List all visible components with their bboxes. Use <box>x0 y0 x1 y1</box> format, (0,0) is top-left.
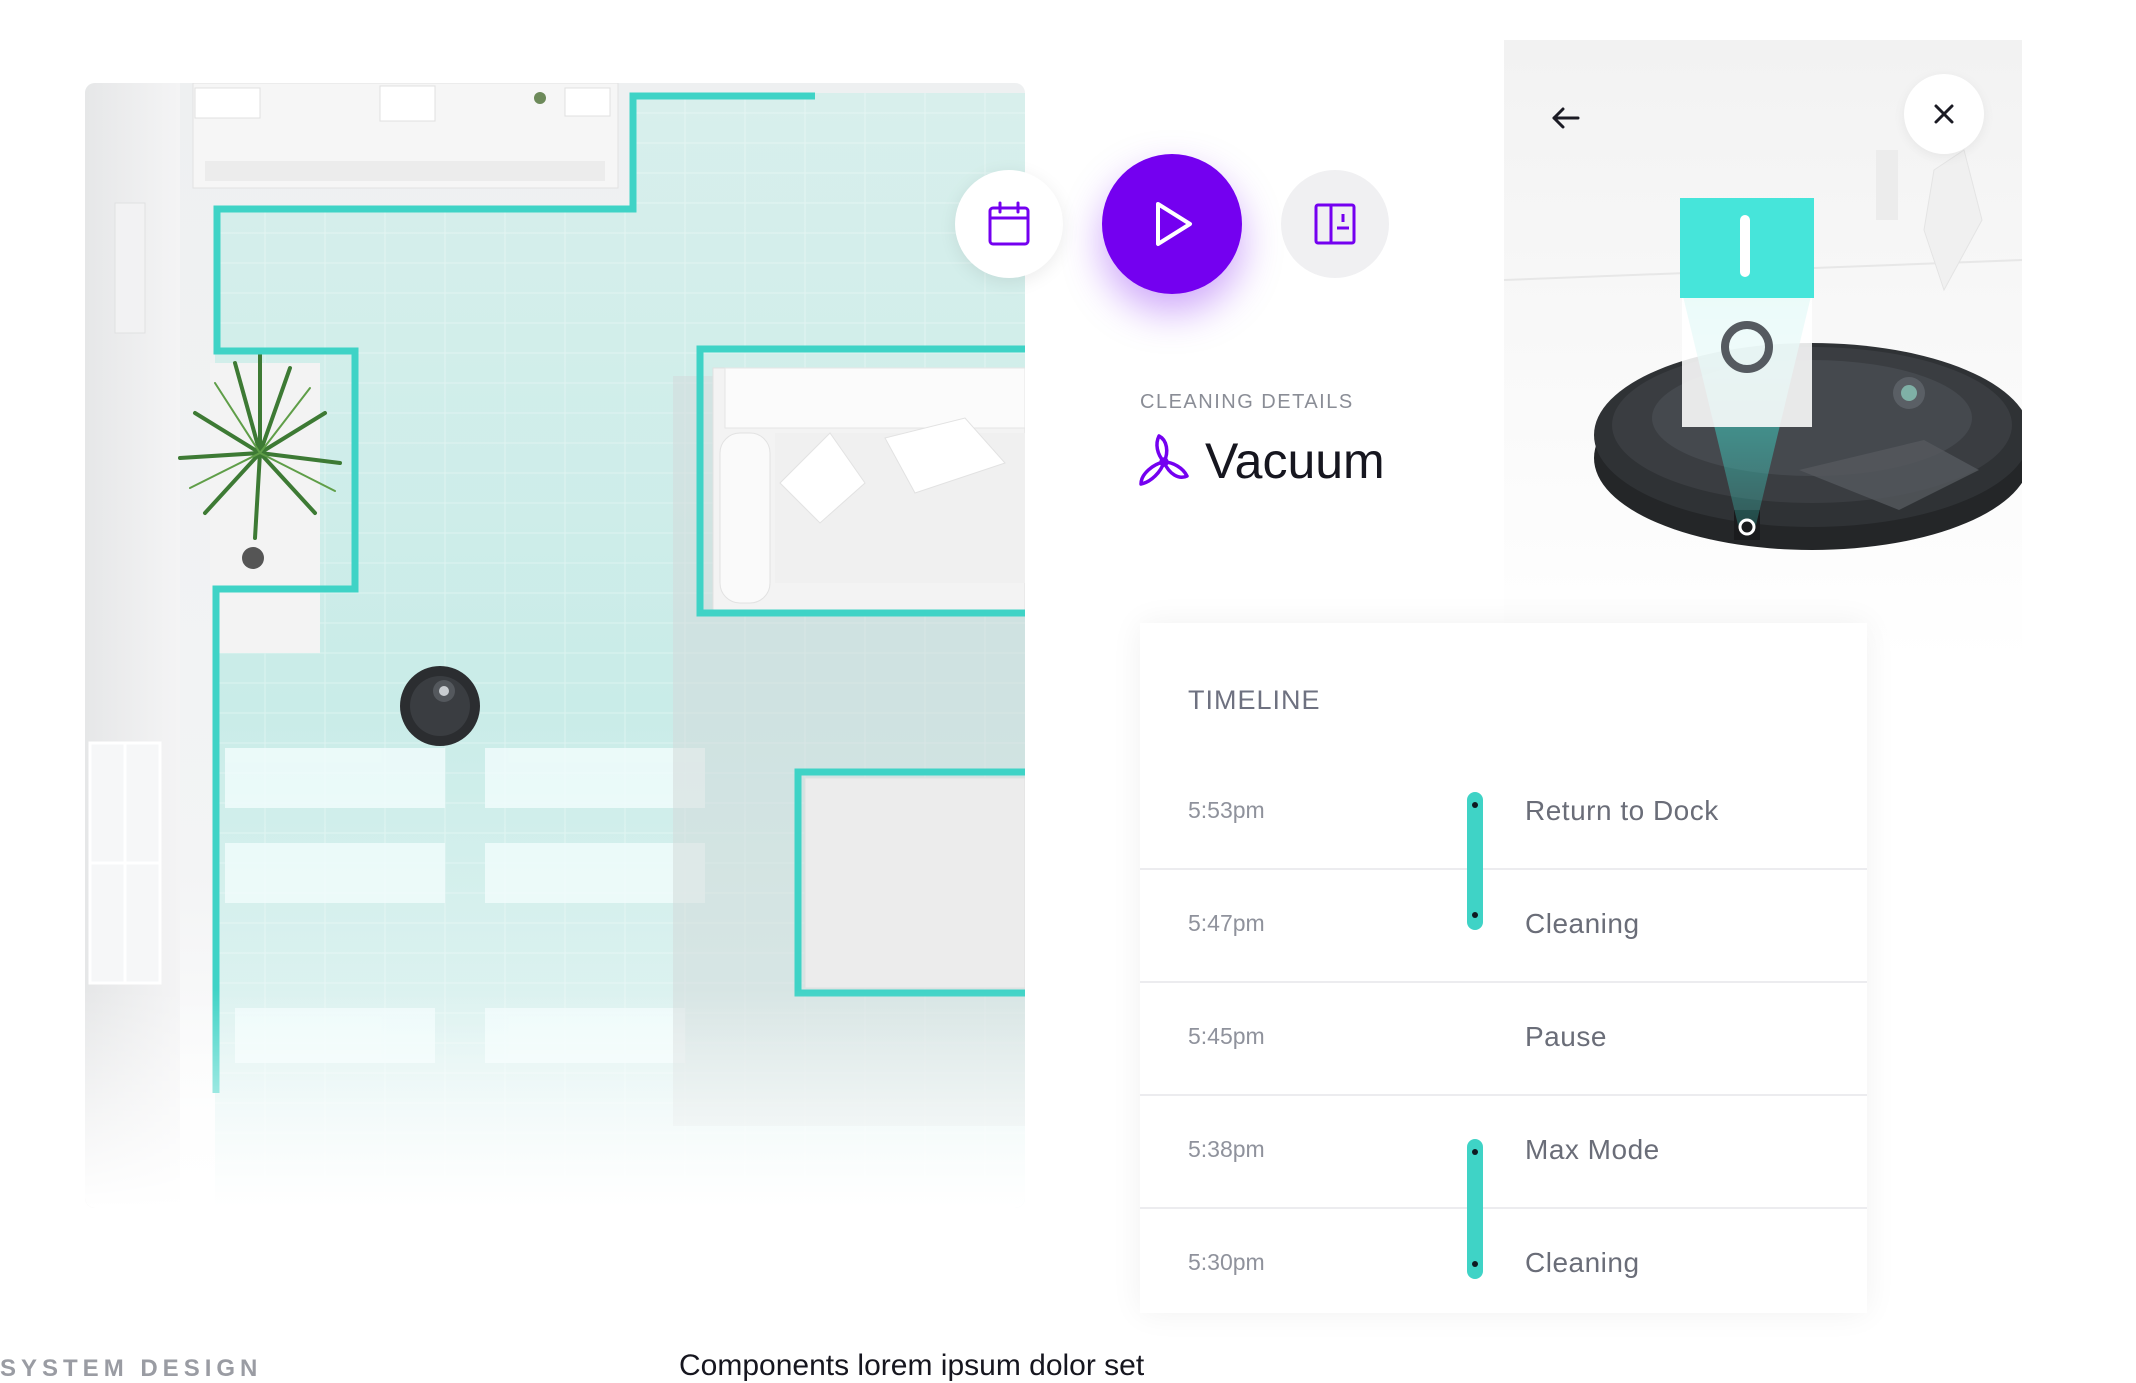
start-cleaning-button[interactable] <box>1102 154 1242 294</box>
schedule-button[interactable] <box>955 170 1063 278</box>
robot-position-marker[interactable] <box>400 666 480 746</box>
close-icon <box>1934 104 1954 124</box>
timeline-row[interactable]: 5:30pm Cleaning <box>1140 1209 1867 1313</box>
fan-icon <box>1139 434 1189 486</box>
window <box>88 741 162 985</box>
timeline-event: Cleaning <box>1525 1247 1640 1278</box>
cabinet <box>192 83 619 189</box>
timeline-dot <box>1472 1149 1478 1155</box>
robot-panel <box>1504 40 2022 662</box>
timeline-connector <box>1467 1139 1483 1279</box>
table <box>804 777 1025 989</box>
timeline-card: TIMELINE 5:53pm Return to Dock 5:47pm Cl… <box>1140 623 1867 1313</box>
cleaning-mode-title: Vacuum <box>1205 433 1385 489</box>
timeline-dot <box>1472 802 1478 808</box>
calendar-icon <box>988 201 1030 246</box>
sofa <box>712 367 1025 614</box>
plant <box>178 351 342 653</box>
timeline-event: Return to Dock <box>1525 795 1719 826</box>
timeline-event: Max Mode <box>1525 1134 1660 1165</box>
timeline-row[interactable]: 5:47pm Cleaning <box>1140 870 1867 983</box>
close-button[interactable] <box>1904 74 1984 154</box>
floor-map-drawing <box>85 83 1025 1208</box>
timeline-time: 5:47pm <box>1188 910 1265 936</box>
cleaning-mode: Vacuum <box>1137 432 1385 490</box>
floor-map[interactable] <box>85 83 1025 1208</box>
timeline-event: Pause <box>1525 1021 1607 1052</box>
timeline-time: 5:53pm <box>1188 797 1265 823</box>
timeline-dot <box>1472 1261 1478 1267</box>
play-icon <box>1156 202 1192 246</box>
floor-plan-icon <box>1314 203 1356 245</box>
timeline-time: 5:38pm <box>1188 1136 1265 1162</box>
timeline-dot <box>1472 912 1478 918</box>
section-label: SYSTEM DESIGN <box>0 1355 263 1382</box>
floor-plan-button[interactable] <box>1281 170 1389 278</box>
timeline-time: 5:45pm <box>1188 1023 1265 1049</box>
timeline-connector <box>1467 792 1483 930</box>
wall-frame <box>114 202 146 334</box>
back-button[interactable] <box>1540 92 1592 144</box>
timeline-time: 5:30pm <box>1188 1249 1265 1275</box>
cleaning-details-label: CLEANING DETAILS <box>1140 391 1354 413</box>
timeline-event: Cleaning <box>1525 908 1640 939</box>
timeline-row[interactable]: 5:45pm Pause <box>1140 983 1867 1096</box>
caption: Components lorem ipsum dolor set <box>679 1349 1145 1382</box>
timeline-row[interactable]: 5:38pm Max Mode <box>1140 1096 1867 1209</box>
arrow-left-icon <box>1552 107 1580 129</box>
timeline-title: TIMELINE <box>1188 685 1321 715</box>
timeline-row[interactable]: 5:53pm Return to Dock <box>1140 757 1867 870</box>
